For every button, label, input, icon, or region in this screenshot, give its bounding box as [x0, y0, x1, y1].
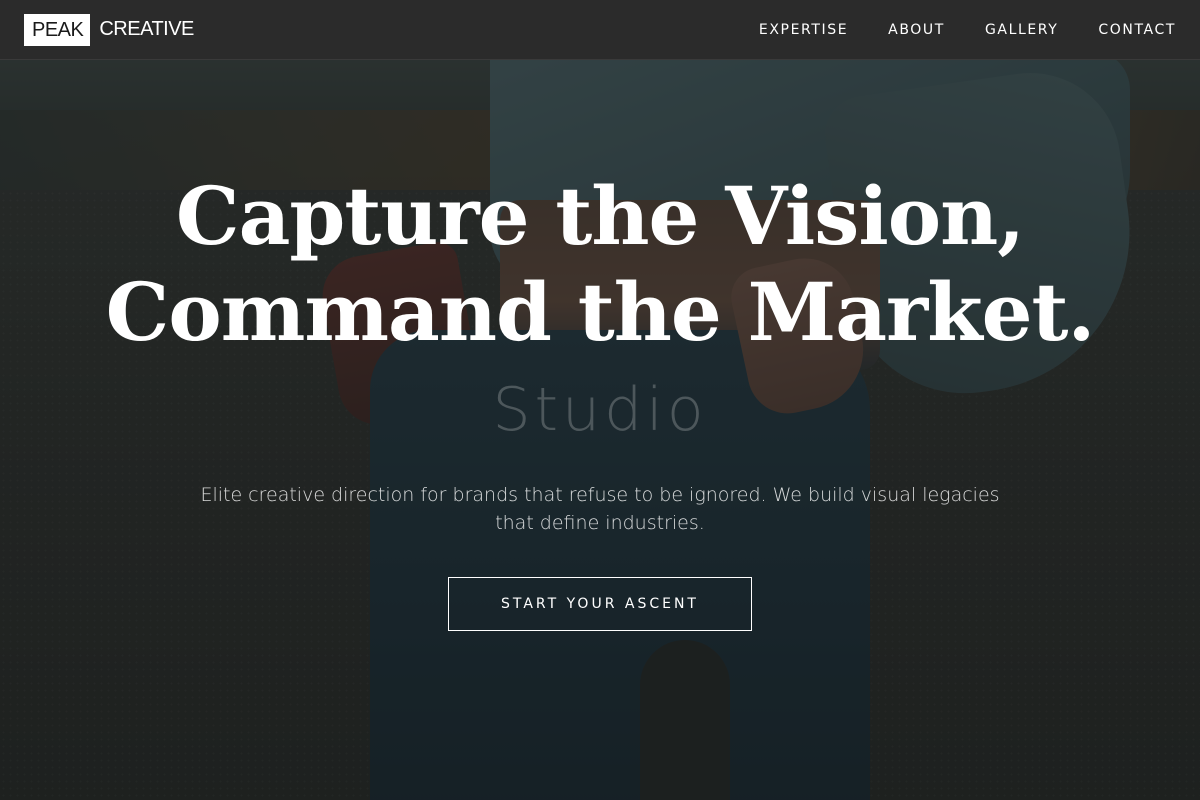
brand-logo[interactable]: PEAK CREATIVE — [24, 13, 194, 46]
nav-link-gallery[interactable]: GALLERY — [985, 22, 1058, 38]
hero-watermark-text: Studio — [492, 375, 708, 445]
logo-text: CREATIVE — [99, 18, 194, 40]
nav-link-contact[interactable]: CONTACT — [1098, 22, 1176, 38]
hero-section: Studio Capture the Vision, Command the M… — [0, 60, 1200, 800]
site-header: PEAK CREATIVE EXPERTISE ABOUT GALLERY CO… — [0, 0, 1200, 60]
nav-link-expertise[interactable]: EXPERTISE — [759, 22, 848, 38]
logo-box-text: PEAK — [24, 13, 91, 46]
hero-title: Capture the Vision, Command the Market. — [105, 169, 1096, 359]
main-nav: EXPERTISE ABOUT GALLERY CONTACT — [719, 22, 1176, 38]
hero-subtitle: Elite creative direction for brands that… — [200, 484, 1000, 534]
start-your-ascent-button[interactable]: START YOUR ASCENT — [448, 577, 752, 631]
nav-link-about[interactable]: ABOUT — [888, 22, 945, 38]
